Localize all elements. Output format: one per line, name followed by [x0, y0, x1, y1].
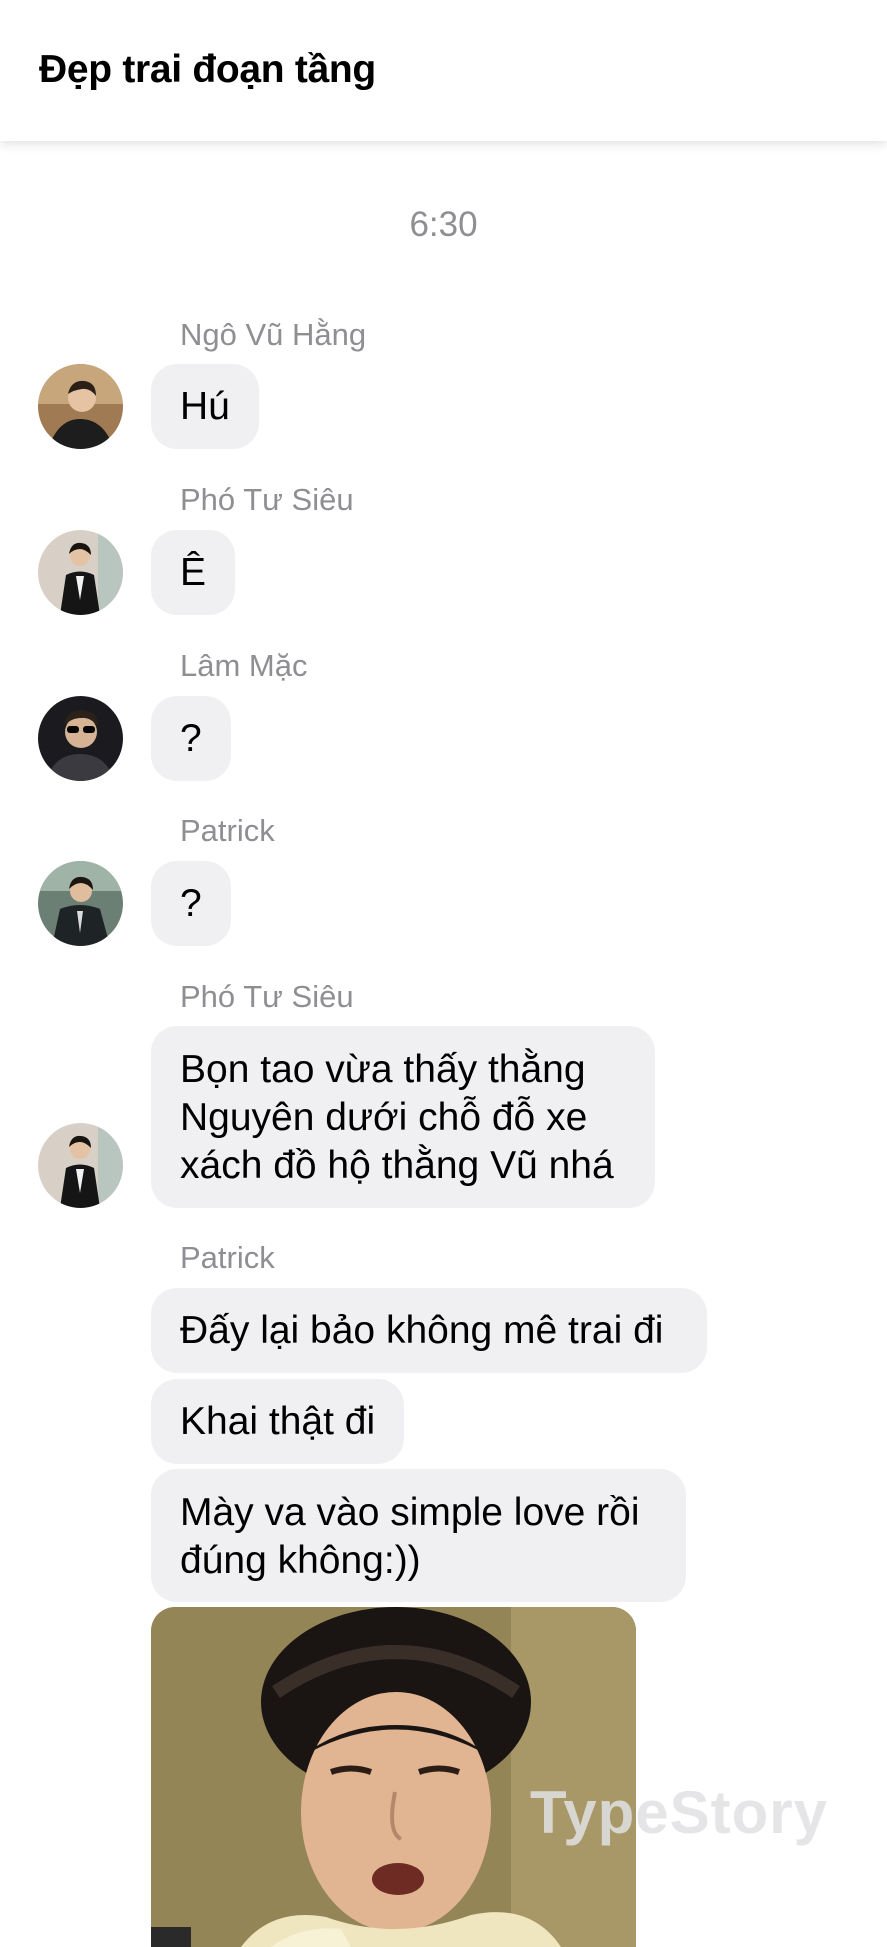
message-text: Ê [180, 550, 207, 594]
message-line: Nguyên dưới chỗ đỗ xe [180, 1096, 588, 1139]
message-bubble[interactable]: Khai thật đi [151, 1379, 405, 1464]
message-bubble[interactable]: Đấy lại bảo không mê trai đi [151, 1288, 707, 1373]
message-text: ? [180, 881, 202, 925]
timestamp: 6:30 [409, 205, 478, 244]
message-text: Hú [180, 384, 230, 428]
sender-name: Phó Tư Siêu [180, 979, 354, 1014]
message-text: Khai thật đi [180, 1399, 376, 1443]
message-line: Bọn tao vừa thấy thằng [180, 1048, 586, 1091]
sender-name: Ngô Vũ Hằng [180, 317, 367, 352]
message-line: đúng không:)) [180, 1539, 421, 1582]
message-bubble[interactable]: Hú [151, 364, 259, 449]
message-line: xách đồ hộ thằng Vũ nhá [180, 1144, 614, 1187]
sender-name: Phó Tư Siêu [180, 482, 354, 517]
message-bubble[interactable]: ? [151, 861, 231, 946]
avatar[interactable] [38, 364, 123, 449]
sender-name: Patrick [180, 813, 275, 848]
message-bubble[interactable]: Bọn tao vừa thấy thằng Nguyên dưới chỗ đ… [151, 1026, 655, 1208]
avatar[interactable] [38, 696, 123, 781]
sender-name: Lâm Mặc [180, 648, 308, 683]
message-line: Mày va vào simple love rồi [180, 1491, 640, 1534]
avatar[interactable] [38, 1123, 123, 1208]
watermark: TypeStory [530, 1779, 828, 1846]
chat-title[interactable]: Đẹp trai đoạn tầng [39, 48, 376, 92]
image-message[interactable] [151, 1607, 636, 1947]
chat-header: Đẹp trai đoạn tầng [0, 0, 887, 141]
avatar[interactable] [38, 530, 123, 615]
message-bubble[interactable]: Mày va vào simple love rồi đúng không:)) [151, 1469, 686, 1602]
message-text: Đấy lại bảo không mê trai đi [180, 1308, 664, 1352]
sender-name: Patrick [180, 1240, 275, 1275]
message-bubble[interactable]: Ê [151, 530, 236, 615]
avatar[interactable] [38, 861, 123, 946]
message-text: ? [180, 716, 202, 760]
message-bubble[interactable]: ? [151, 696, 231, 781]
